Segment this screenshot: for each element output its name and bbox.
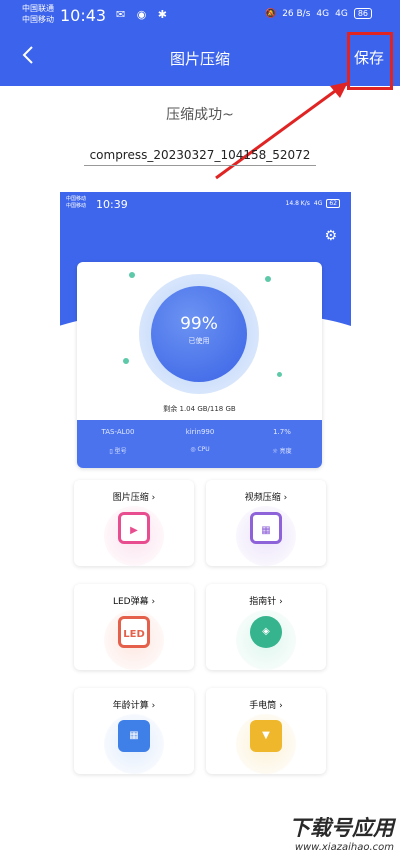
app-header: 中国联通 中国移动 10:43 ✉ ◉ ✱ 🔕 26 B/s 4G 4G 86 … [0, 0, 400, 86]
signal-icon-1: 4G [316, 8, 330, 19]
storage-remaining: 剩余 1.04 GB/118 GB [163, 405, 236, 413]
filename-field[interactable]: compress_20230327_104158_52072 [84, 148, 316, 166]
battery-icon: 86 [353, 8, 372, 19]
led-icon: LED [118, 616, 150, 648]
cpu-icon: ◎ CPU [190, 446, 210, 453]
decor-dot [123, 358, 129, 364]
status-time: 10:43 [60, 6, 107, 25]
usage-label: 已使用 [188, 337, 210, 345]
preview-battery-icon: 62 [326, 199, 340, 208]
success-message: 压缩成功~ [166, 107, 234, 123]
status-bar: 中国联通 中国移动 10:43 ✉ ◉ ✱ 🔕 26 B/s 4G 4G 86 [0, 0, 400, 30]
mute-icon: 🔕 [264, 8, 277, 19]
decor-dot [129, 272, 135, 278]
tool-flashlight: 手电筒 › ▼ [206, 688, 326, 774]
notification-icons: ✉ ◉ ✱ [116, 8, 172, 21]
page-title: 图片压缩 [169, 50, 230, 68]
phone-icon: ▯ 型号 [109, 448, 127, 455]
flashlight-icon: ▼ [250, 720, 282, 752]
play-icon: ▶ [118, 512, 150, 544]
storage-card: 99% 已使用 剩余 1.04 GB/118 GB TAS-AL00 ▯ 型号 … [77, 262, 322, 468]
usage-percent: 99% [180, 314, 218, 334]
calculator-icon: ▦ [118, 720, 150, 752]
carrier-info: 中国联通 中国移动 [22, 4, 54, 24]
image-icon: ▦ [250, 512, 282, 544]
network-speed: 26 B/s [282, 8, 311, 19]
compass-icon: ◈ [250, 616, 282, 648]
device-specs: TAS-AL00 ▯ 型号 kirin990 ◎ CPU 1.7% ☼ 亮度 [77, 420, 322, 468]
spec-brightness: 1.7% ☼ 亮度 [247, 428, 317, 455]
compressed-image-preview: 中国移动 中国移动 10:39 14.8 K/s 4G 62 ⚙ 99% 已使用… [60, 192, 351, 792]
spec-cpu: kirin990 ◎ CPU [165, 428, 235, 453]
save-highlight-box [347, 32, 393, 90]
spec-model: TAS-AL00 ▯ 型号 [83, 428, 153, 455]
tool-age-calculator: 年龄计算 › ▦ [74, 688, 194, 774]
sun-icon: ☼ 亮度 [272, 448, 292, 455]
tool-image-compress: 图片压缩 › ▶ [74, 480, 194, 566]
tool-video-compress: 视频压缩 › ▦ [206, 480, 326, 566]
decor-dot [265, 276, 271, 282]
site-watermark: 下载号应用 www.xiazaihao.com [289, 816, 394, 853]
usage-ring: 99% 已使用 [139, 274, 259, 394]
gear-icon: ⚙ [324, 228, 337, 244]
status-right-icons: 🔕 26 B/s 4G 4G 86 [265, 8, 372, 19]
tool-led-barrage: LED弹幕 › LED [74, 584, 194, 670]
decor-dot [277, 372, 282, 377]
signal-icon-2: 4G [335, 8, 348, 19]
tool-compass: 指南针 › ◈ [206, 584, 326, 670]
